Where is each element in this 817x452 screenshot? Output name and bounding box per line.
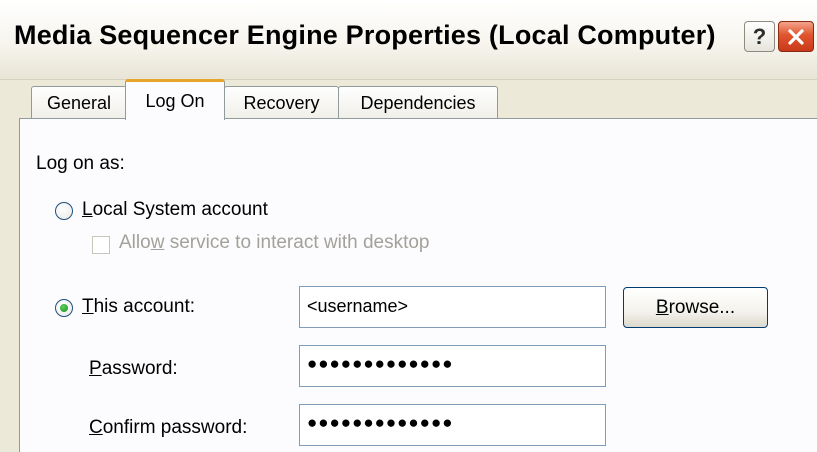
label-text: ocal System account: [92, 199, 268, 220]
allow-interact-checkbox[interactable]: [92, 236, 110, 254]
tab-recovery[interactable]: Recovery: [224, 86, 339, 119]
help-icon: ?: [752, 23, 767, 49]
account-name-field[interactable]: <username>: [299, 286, 606, 328]
help-button[interactable]: ?: [744, 21, 775, 52]
this-account-label[interactable]: This account:: [82, 296, 195, 318]
radio-selected-dot: [60, 304, 68, 312]
label-text: rowse...: [668, 296, 736, 318]
tab-strip: General Log On Recovery Dependencies: [0, 79, 817, 120]
close-icon: [788, 28, 804, 45]
accelerator-key: L: [82, 199, 93, 220]
label-text: Allo: [119, 232, 151, 253]
label-text: service to interact with desktop: [164, 232, 430, 253]
local-system-label[interactable]: Local System account: [82, 199, 268, 221]
tab-label: Log On: [145, 90, 205, 111]
accelerator-key: C: [89, 417, 103, 438]
accelerator-key: w: [150, 232, 165, 253]
tab-log-on[interactable]: Log On: [125, 79, 225, 120]
tab-label: General: [46, 92, 112, 113]
close-button[interactable]: [778, 21, 814, 52]
tab-general[interactable]: General: [31, 86, 127, 119]
password-field[interactable]: ●●●●●●●●●●●●●: [299, 345, 606, 387]
window-title: Media Sequencer Engine Properties (Local…: [14, 20, 716, 50]
local-system-radio[interactable]: [55, 202, 73, 220]
accelerator-key: T: [82, 296, 94, 317]
this-account-radio[interactable]: [55, 299, 73, 317]
confirm-password-label: Confirm password:: [89, 417, 247, 439]
log-on-as-heading: Log on as:: [36, 153, 125, 174]
tab-label: Dependencies: [360, 92, 476, 113]
accelerator-key: P: [89, 358, 102, 379]
confirm-password-field[interactable]: ●●●●●●●●●●●●●: [299, 404, 606, 446]
password-label: Password:: [89, 358, 178, 380]
allow-interact-label: Allow service to interact with desktop: [119, 232, 430, 254]
accelerator-key: B: [655, 296, 669, 318]
browse-button[interactable]: Browse...: [623, 287, 768, 328]
label-text: assword:: [101, 358, 178, 379]
label-text: his account:: [93, 296, 196, 317]
title-bar[interactable]: Media Sequencer Engine Properties (Local…: [0, 0, 817, 80]
tab-label: Recovery: [243, 92, 320, 113]
log-on-panel: Log on as: Local System account Allow se…: [19, 118, 817, 452]
label-text: onfirm password:: [102, 417, 248, 438]
tab-dependencies[interactable]: Dependencies: [338, 86, 498, 119]
